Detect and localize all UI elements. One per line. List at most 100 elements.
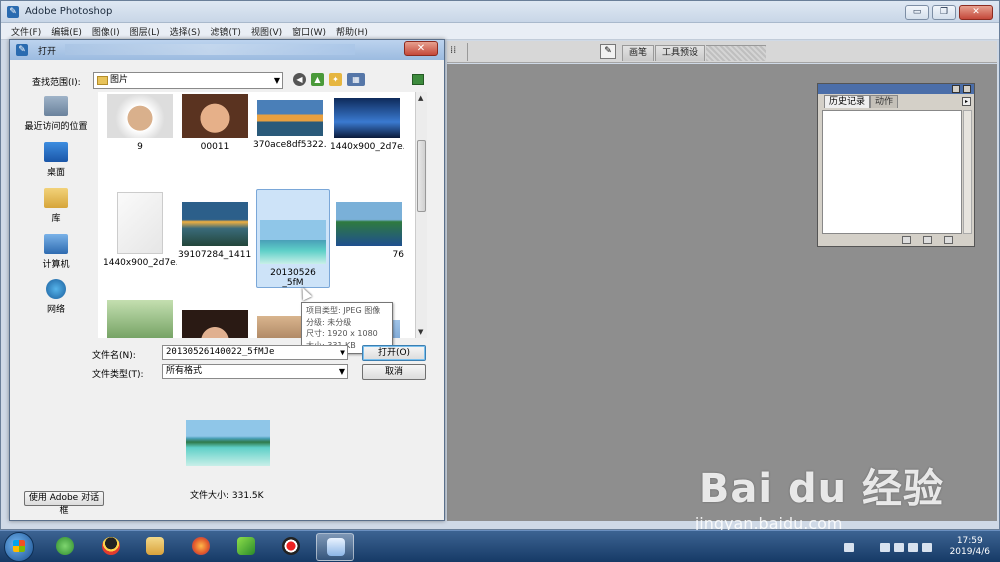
place-network[interactable]: 网络 — [20, 279, 92, 315]
create-folder-icon[interactable] — [412, 74, 424, 85]
place-label: 最近访问的位置 — [24, 122, 88, 132]
back-icon[interactable]: ◀ — [293, 73, 306, 86]
file-item-selected[interactable]: 20130526 _5fM — [256, 189, 330, 288]
tooltip-dimensions: 尺寸: 1920 x 1080 — [306, 329, 378, 338]
panel-minimize-button[interactable] — [952, 85, 960, 93]
place-desktop[interactable]: 桌面 — [20, 142, 92, 178]
scroll-up-icon[interactable]: ▲ — [418, 94, 423, 102]
clock[interactable]: 17:59 2019/4/6 — [950, 536, 990, 558]
tab-history[interactable]: 历史记录 — [824, 95, 871, 108]
file-name-line2: _5fM — [282, 278, 304, 288]
filename-value: 20130526140022_5fMJe — [166, 347, 275, 357]
place-computer[interactable]: 计算机 — [20, 234, 92, 270]
clock-date: 2019/4/6 — [949, 547, 990, 557]
place-label: 桌面 — [46, 168, 65, 178]
file-name: 370ace8df5322... — [253, 140, 327, 150]
file-item[interactable]: 39107284_1411... — [178, 202, 252, 260]
taskbar-app-360[interactable] — [46, 533, 84, 561]
taskbar: 17:59 2019/4/6 — [0, 530, 1000, 562]
menu-filter[interactable]: 滤镜(T) — [210, 25, 241, 38]
minimize-button[interactable]: ▭ — [905, 5, 929, 20]
photoshop-icon — [327, 538, 345, 556]
look-in-dropdown[interactable]: 图片 ▼ — [93, 72, 283, 89]
scrollbar-thumb[interactable] — [417, 140, 426, 212]
look-in-label: 查找范围(I): — [32, 78, 81, 88]
panel-menu-icon[interactable]: ▸ — [962, 97, 971, 106]
file-item[interactable]: 76 — [332, 202, 406, 260]
cancel-button[interactable]: 取消 — [362, 364, 426, 380]
firefox-icon — [192, 537, 210, 555]
menu-view[interactable]: 视图(V) — [251, 25, 282, 38]
file-name: 1440x900_2d7e... — [330, 142, 404, 152]
filetype-value: 所有格式 — [166, 366, 203, 376]
place-label: 网络 — [46, 305, 65, 315]
snapshot-icon[interactable] — [923, 236, 932, 244]
close-button[interactable]: ✕ — [959, 5, 993, 20]
file-item[interactable]: 1440x900_2d7e... — [330, 94, 404, 152]
menu-select[interactable]: 选择(S) — [170, 25, 201, 38]
speaker-icon[interactable] — [908, 543, 918, 552]
taskbar-app-recorder[interactable] — [272, 533, 310, 561]
windows-logo-icon — [13, 540, 25, 552]
place-recent[interactable]: 最近访问的位置 — [20, 96, 92, 132]
start-button[interactable] — [4, 532, 34, 562]
taskbar-app-firefox[interactable] — [182, 533, 220, 561]
tab-actions[interactable]: 动作 — [870, 95, 899, 108]
recent-places-icon — [44, 96, 68, 116]
open-button[interactable]: 打开(O) — [362, 345, 426, 361]
keyboard-icon[interactable] — [844, 543, 854, 552]
menu-file[interactable]: 文件(F) — [11, 25, 41, 38]
menu-image[interactable]: 图像(I) — [92, 25, 120, 38]
file-item[interactable]: 1440x900_2d7e... — [103, 192, 177, 268]
libraries-icon — [44, 188, 68, 208]
filetype-dropdown[interactable]: 所有格式 ▼ — [162, 364, 348, 379]
watermark-logo: Bai du 经验 — [698, 466, 944, 512]
filename-input[interactable]: 20130526140022_5fMJe ▼ — [162, 345, 348, 360]
use-adobe-dialog-button[interactable]: 使用 Adobe 对话框 — [24, 491, 104, 516]
history-scrollbar[interactable] — [963, 110, 972, 234]
file-item[interactable]: 9 — [103, 94, 177, 152]
network-status-icon[interactable] — [922, 543, 932, 552]
file-item[interactable]: 370ace8df5322... — [253, 94, 327, 150]
trash-icon[interactable] — [944, 236, 953, 244]
taskbar-app-video[interactable] — [227, 533, 265, 561]
file-thumbnail — [257, 100, 323, 136]
menu-window[interactable]: 窗口(W) — [292, 25, 326, 38]
palette-well-icon[interactable]: ✎ — [600, 44, 616, 59]
file-item[interactable]: 00011 — [178, 94, 252, 152]
taskbar-app-photoshop[interactable] — [316, 533, 354, 561]
desktop-icon — [44, 142, 68, 162]
scroll-down-icon[interactable]: ▼ — [418, 328, 423, 336]
flag-icon[interactable] — [880, 543, 890, 552]
file-thumbnail — [260, 220, 326, 264]
title-bar: ✎ Adobe Photoshop ▭ ❐ ✕ — [1, 1, 999, 23]
menu-edit[interactable]: 编辑(E) — [51, 25, 82, 38]
history-panel: 历史记录 动作 ▸ — [817, 83, 975, 247]
browser-360-icon — [56, 537, 74, 555]
file-name: 76 — [392, 250, 404, 260]
clock-time: 17:59 — [956, 536, 983, 546]
place-libraries[interactable]: 库 — [20, 188, 92, 224]
tooltip-rating: 分级: 未分级 — [306, 317, 352, 327]
taskbar-app-qq[interactable] — [92, 533, 130, 561]
new-folder-icon[interactable]: ✦ — [329, 73, 342, 86]
dialog-close-button[interactable]: ✕ — [404, 41, 438, 56]
menu-help[interactable]: 帮助(H) — [336, 25, 368, 38]
tab-brushes[interactable]: 画笔 — [622, 45, 655, 61]
chevron-down-icon[interactable]: ▼ — [340, 346, 345, 359]
tab-tool-presets[interactable]: 工具预设 — [655, 45, 706, 61]
new-document-from-state-icon[interactable] — [902, 236, 911, 244]
video-player-icon — [237, 537, 255, 555]
restore-button[interactable]: ❐ — [932, 5, 956, 20]
up-folder-icon[interactable]: ▲ — [311, 73, 324, 86]
file-item[interactable] — [178, 310, 252, 338]
history-list[interactable] — [822, 110, 962, 234]
taskbar-app-explorer[interactable] — [136, 533, 174, 561]
battery-icon[interactable] — [894, 543, 904, 552]
view-menu-icon[interactable]: ▦ — [347, 73, 365, 86]
panel-close-button[interactable] — [963, 85, 971, 93]
file-list-scrollbar[interactable]: ▲ ▼ — [415, 92, 427, 338]
file-name: 9 — [137, 142, 143, 152]
file-item[interactable] — [103, 300, 177, 338]
menu-layer[interactable]: 图层(L) — [130, 25, 160, 38]
